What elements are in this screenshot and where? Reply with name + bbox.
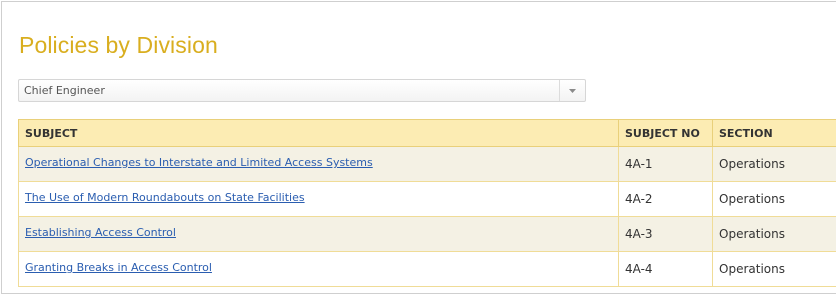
policy-link[interactable]: Establishing Access Control	[25, 226, 176, 239]
table-row: The Use of Modern Roundabouts on State F…	[18, 181, 836, 217]
section-cell: Operations	[712, 146, 836, 182]
subject-cell: Operational Changes to Interstate and Li…	[18, 146, 619, 182]
column-header-section[interactable]: SECTION	[712, 119, 836, 147]
subject-cell: Establishing Access Control	[18, 216, 619, 252]
division-select-value: Chief Engineer	[24, 84, 105, 97]
subject-cell: The Use of Modern Roundabouts on State F…	[18, 181, 619, 217]
policy-link[interactable]: The Use of Modern Roundabouts on State F…	[25, 191, 305, 204]
section-cell: Operations	[712, 181, 836, 217]
page-title: Policies by Division	[19, 32, 218, 58]
table-row: Operational Changes to Interstate and Li…	[18, 146, 836, 182]
subject-no-cell: 4A-1	[618, 146, 713, 182]
policy-link[interactable]: Granting Breaks in Access Control	[25, 261, 212, 274]
column-header-subject[interactable]: SUBJECT	[18, 119, 619, 147]
chevron-down-icon	[569, 88, 576, 93]
table-header-row: SUBJECT SUBJECT NO SECTION	[18, 119, 836, 147]
section-cell: Operations	[712, 251, 836, 287]
policies-table: SUBJECT SUBJECT NO SECTION Operational C…	[18, 119, 836, 287]
subject-no-cell: 4A-3	[618, 216, 713, 252]
division-select[interactable]: Chief Engineer	[18, 79, 586, 102]
division-select-arrow[interactable]	[559, 80, 585, 101]
section-cell: Operations	[712, 216, 836, 252]
column-header-subject-no[interactable]: SUBJECT NO	[618, 119, 713, 147]
table-row: Establishing Access Control 4A-3 Operati…	[18, 216, 836, 252]
subject-no-cell: 4A-4	[618, 251, 713, 287]
policy-link[interactable]: Operational Changes to Interstate and Li…	[25, 156, 373, 169]
subject-cell: Granting Breaks in Access Control	[18, 251, 619, 287]
subject-no-cell: 4A-2	[618, 181, 713, 217]
table-row: Granting Breaks in Access Control 4A-4 O…	[18, 251, 836, 287]
policies-panel: Policies by Division Chief Engineer SUBJ…	[1, 1, 836, 294]
